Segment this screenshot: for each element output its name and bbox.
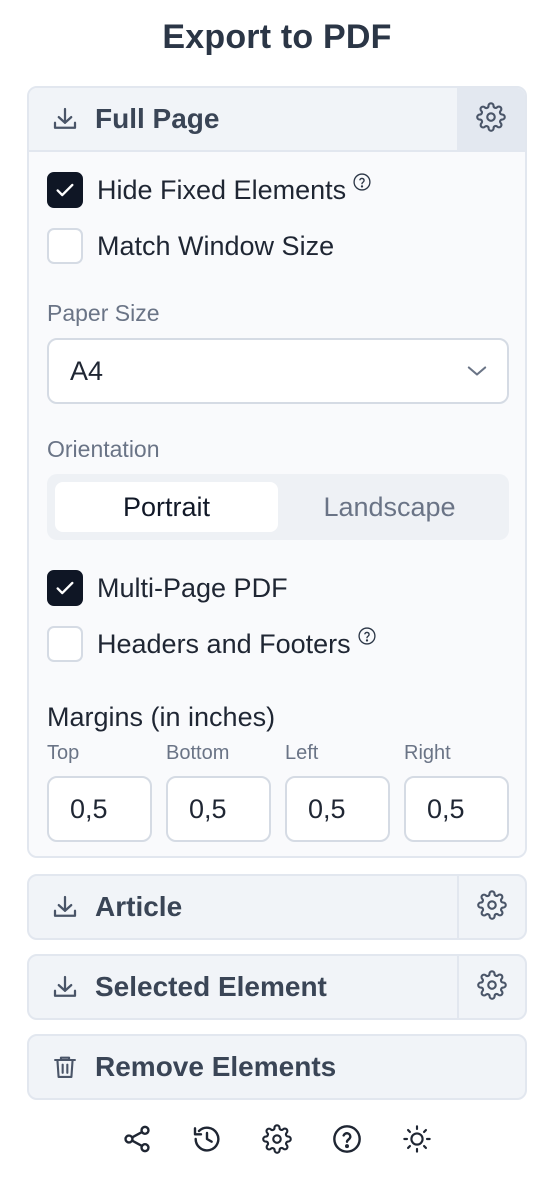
hide-fixed-elements-option[interactable]: Hide Fixed Elements	[47, 172, 372, 208]
full-page-header: Full Page	[29, 88, 525, 150]
margin-inputs: 0,5 0,5 0,5 0,5	[47, 776, 509, 842]
help-icon[interactable]	[357, 625, 377, 645]
hide-fixed-elements-checkbox[interactable]	[47, 172, 83, 208]
download-icon	[49, 891, 81, 923]
gear-icon	[476, 101, 506, 137]
margin-left-input[interactable]: 0,5	[285, 776, 390, 842]
margin-top-input[interactable]: 0,5	[47, 776, 152, 842]
chevron-down-icon	[447, 357, 507, 385]
margin-left-label: Left	[285, 742, 319, 764]
orientation-landscape[interactable]: Landscape	[278, 482, 501, 532]
headers-footers-label: Headers and Footers	[97, 628, 351, 659]
paper-size-select[interactable]: A4	[47, 338, 509, 404]
selected-element-label: Selected Element	[95, 971, 327, 1002]
full-page-options: Hide Fixed Elements Match Window Size Pa…	[29, 150, 525, 856]
trash-icon	[49, 1051, 81, 1083]
article-panel: Article	[27, 874, 527, 940]
hide-fixed-elements-label: Hide Fixed Elements	[97, 174, 347, 205]
article-label: Article	[95, 891, 183, 922]
orientation-toggle: Portrait Landscape	[47, 474, 509, 540]
paper-size-value: A4	[70, 355, 104, 386]
margins-title: Margins (in inches)	[47, 702, 276, 732]
full-page-panel: Full Page Hide Fixed Elements Match Wind…	[27, 86, 527, 858]
margin-bottom-label: Bottom	[166, 742, 230, 764]
multi-page-pdf-checkbox[interactable]	[47, 570, 83, 606]
help-icon[interactable]	[352, 171, 372, 191]
full-page-export-button[interactable]: Full Page	[29, 88, 457, 150]
selected-element-settings-button[interactable]	[457, 956, 525, 1018]
theme-icon[interactable]	[397, 1119, 437, 1159]
selected-element-panel: Selected Element	[27, 954, 527, 1020]
match-window-size-label: Match Window Size	[97, 230, 335, 261]
multi-page-pdf-option[interactable]: Multi-Page PDF	[47, 570, 288, 606]
multi-page-pdf-label: Multi-Page PDF	[97, 572, 288, 603]
paper-size-label: Paper Size	[47, 300, 160, 326]
download-icon	[49, 103, 81, 135]
margin-right-input[interactable]: 0,5	[404, 776, 509, 842]
full-page-settings-button[interactable]	[457, 88, 525, 150]
headers-footers-option[interactable]: Headers and Footers	[47, 626, 377, 662]
match-window-size-option[interactable]: Match Window Size	[47, 228, 334, 264]
remove-elements-button[interactable]: Remove Elements	[29, 1036, 525, 1098]
article-export-button[interactable]: Article	[29, 876, 457, 938]
full-page-label: Full Page	[95, 103, 220, 134]
footer-toolbar	[0, 1119, 554, 1159]
remove-elements-panel: Remove Elements	[27, 1034, 527, 1100]
article-settings-button[interactable]	[457, 876, 525, 938]
help-icon[interactable]	[327, 1119, 367, 1159]
gear-icon	[477, 889, 507, 925]
settings-icon[interactable]	[257, 1119, 297, 1159]
margin-top-label: Top	[47, 742, 80, 764]
remove-elements-label: Remove Elements	[95, 1051, 337, 1082]
headers-footers-checkbox[interactable]	[47, 626, 83, 662]
page-title: Export to PDF	[162, 18, 392, 56]
orientation-portrait[interactable]: Portrait	[55, 482, 278, 532]
margin-bottom-input[interactable]: 0,5	[166, 776, 271, 842]
margin-right-label: Right	[404, 742, 451, 764]
orientation-label: Orientation	[47, 436, 160, 462]
match-window-size-checkbox[interactable]	[47, 228, 83, 264]
selected-element-export-button[interactable]: Selected Element	[29, 956, 457, 1018]
download-icon	[49, 971, 81, 1003]
margin-labels: Top Bottom Left Right	[47, 742, 523, 765]
share-icon[interactable]	[117, 1119, 157, 1159]
gear-icon	[477, 969, 507, 1005]
history-icon[interactable]	[187, 1119, 227, 1159]
